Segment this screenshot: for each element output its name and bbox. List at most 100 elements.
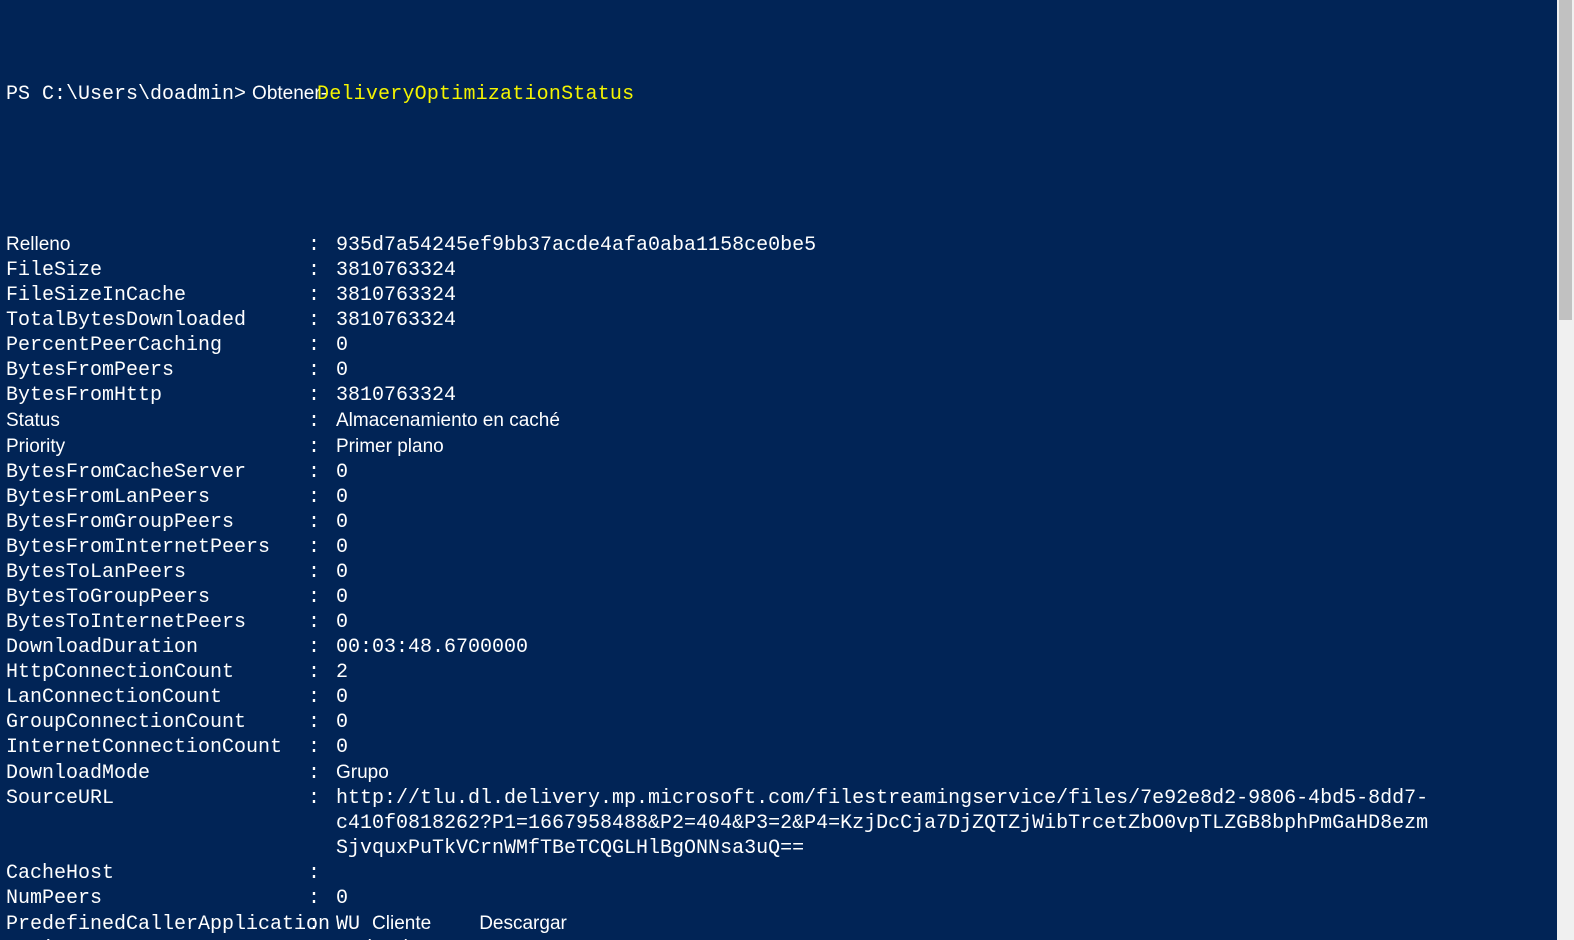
output-row: BytesToGroupPeers: 0 — [6, 585, 1568, 610]
output-row: BytesFromLanPeers: 0 — [6, 485, 1568, 510]
output-row: DownloadDuration: 00:03:48.6700000 — [6, 635, 1568, 660]
output-row: FileSizeInCache: 3810763324 — [6, 283, 1568, 308]
colon-separator: : — [308, 308, 336, 333]
colon-separator: : — [308, 886, 336, 911]
output-key: InternetConnectionCount — [6, 735, 308, 760]
colon-separator: : — [308, 861, 336, 886]
colon-separator: : — [308, 610, 336, 635]
output-key: BytesFromPeers — [6, 358, 308, 383]
output-key: PercentPeerCaching — [6, 333, 308, 358]
output-value: 3810763324 — [336, 383, 456, 408]
output-row: PercentPeerCaching: 0 — [6, 333, 1568, 358]
output-row: CacheHost: — [6, 861, 1568, 886]
output-key: HttpConnectionCount — [6, 660, 308, 685]
colon-separator: : — [308, 912, 336, 937]
output-key: BytesFromGroupPeers — [6, 510, 308, 535]
output-row: BytesFromHttp: 3810763324 — [6, 383, 1568, 408]
colon-separator: : — [308, 460, 336, 485]
output-row: BytesFromPeers: 0 — [6, 358, 1568, 383]
output-key: BytesFromCacheServer — [6, 460, 308, 485]
colon-separator: : — [308, 786, 336, 811]
output-key: DownloadMode — [6, 761, 308, 786]
output-key: BytesToLanPeers — [6, 560, 308, 585]
output-key: GroupConnectionCount — [6, 710, 308, 735]
vertical-scrollbar[interactable] — [1557, 0, 1574, 940]
output-value: Almacenamiento en caché — [336, 408, 560, 433]
colon-separator: : — [308, 635, 336, 660]
output-row: LanConnectionCount: 0 — [6, 685, 1568, 710]
output-row: DownloadMode: Grupo — [6, 760, 1568, 786]
output-value: 0 — [336, 510, 348, 535]
colon-separator: : — [308, 233, 336, 258]
output-key: LanConnectionCount — [6, 685, 308, 710]
output-row: PredefinedCallerApplication: WU Cliente … — [6, 911, 1568, 937]
colon-separator: : — [308, 660, 336, 685]
colon-separator: : — [308, 409, 336, 434]
scrollbar-thumb[interactable] — [1559, 0, 1572, 320]
prompt-line: PS C:\Users\doadmin> Obtener- DeliveryOp… — [6, 81, 1568, 107]
output-key: PredefinedCallerApplication — [6, 912, 308, 937]
output-row: Status: Almacenamiento en caché — [6, 408, 1568, 434]
output-key: BytesToInternetPeers — [6, 610, 308, 635]
colon-separator: : — [308, 761, 336, 786]
output-value: 0 — [336, 710, 348, 735]
output-key: BytesToGroupPeers — [6, 585, 308, 610]
output-key: BytesFromLanPeers — [6, 485, 308, 510]
colon-separator: : — [308, 535, 336, 560]
output-row: BytesFromInternetPeers: 0 — [6, 535, 1568, 560]
colon-separator: : — [308, 435, 336, 460]
output-row: SourceURL: http://tlu.dl.delivery.mp.mic… — [6, 786, 1568, 861]
output-value: 0 — [336, 358, 348, 383]
colon-separator: : — [308, 735, 336, 760]
output-row: NumPeers: 0 — [6, 886, 1568, 911]
command-highlight: DeliveryOptimizationStatus — [317, 82, 634, 107]
output-value: Grupo — [336, 760, 389, 785]
powershell-terminal[interactable]: PS C:\Users\doadmin> Obtener- DeliveryOp… — [0, 0, 1574, 940]
colon-separator: : — [308, 560, 336, 585]
output-value: 0 — [336, 460, 348, 485]
output-value: 3810763324 — [336, 283, 456, 308]
colon-separator: : — [308, 585, 336, 610]
colon-separator: : — [308, 510, 336, 535]
output-row: TotalBytesDownloaded: 3810763324 — [6, 308, 1568, 333]
output-value: 3810763324 — [336, 258, 456, 283]
output-key: Status — [6, 408, 308, 433]
output-row: InternetConnectionCount: 0 — [6, 735, 1568, 760]
output-value: 3810763324 — [336, 308, 456, 333]
output-value: 2 — [336, 660, 348, 685]
output-value: 0 — [336, 585, 348, 610]
output-value: WU Cliente Descargar — [336, 911, 567, 937]
output-key: SourceURL — [6, 786, 308, 811]
output-row: BytesToInternetPeers: 0 — [6, 610, 1568, 635]
output-value: 0 — [336, 735, 348, 760]
output-key: FileSizeInCache — [6, 283, 308, 308]
output-value: 0 — [336, 685, 348, 710]
output-row: HttpConnectionCount: 2 — [6, 660, 1568, 685]
output-key: Priority — [6, 434, 308, 459]
output-key: TotalBytesDownloaded — [6, 308, 308, 333]
output-key: BytesFromHttp — [6, 383, 308, 408]
output-value: 0 — [336, 610, 348, 635]
colon-separator: : — [308, 383, 336, 408]
output-row: BytesFromGroupPeers: 0 — [6, 510, 1568, 535]
colon-separator: : — [308, 358, 336, 383]
output-value: 0 — [336, 535, 348, 560]
output-row: FileSize: 3810763324 — [6, 258, 1568, 283]
output-key: DownloadDuration — [6, 635, 308, 660]
ps-prompt: PS C:\Users\doadmin> — [6, 82, 246, 107]
output-key: Relleno — [6, 232, 308, 257]
output-value: 0 — [336, 886, 348, 911]
colon-separator: : — [308, 685, 336, 710]
output-key: BytesFromInternetPeers — [6, 535, 308, 560]
output-value: 935d7a54245ef9bb37acde4afa0aba1158ce0be5 — [336, 233, 816, 258]
output-value: 00:03:48.6700000 — [336, 635, 528, 660]
output-value: http://tlu.dl.delivery.mp.microsoft.com/… — [336, 786, 1436, 861]
colon-separator: : — [308, 485, 336, 510]
command-output: Relleno: 935d7a54245ef9bb37acde4afa0aba1… — [6, 232, 1568, 940]
colon-separator: : — [308, 710, 336, 735]
output-key: FileSize — [6, 258, 308, 283]
colon-separator: : — [308, 333, 336, 358]
output-value: Primer plano — [336, 434, 444, 459]
output-row: Relleno: 935d7a54245ef9bb37acde4afa0aba1… — [6, 232, 1568, 258]
output-row: BytesFromCacheServer: 0 — [6, 460, 1568, 485]
